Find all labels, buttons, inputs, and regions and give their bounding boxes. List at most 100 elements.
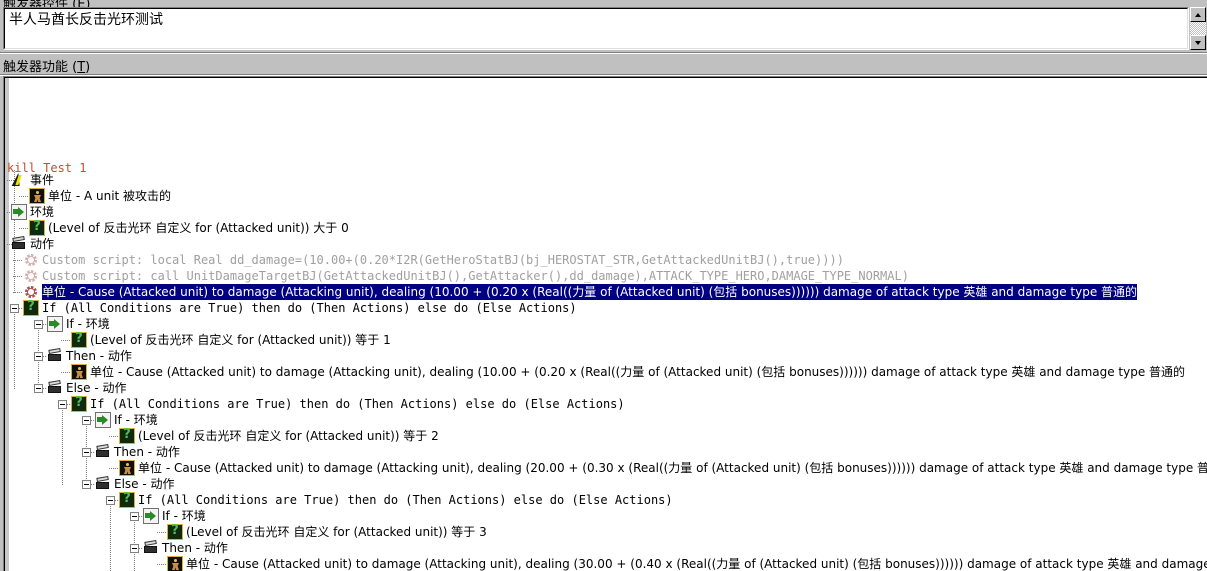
- condition-icon: [71, 331, 87, 348]
- tree-row-label[interactable]: (Level of 反击光环 自定义 for (Attacked unit)) …: [48, 220, 349, 236]
- name-field-scrollbar[interactable]: [1190, 7, 1206, 50]
- scroll-up-arrow-icon[interactable]: [1190, 7, 1206, 22]
- tree-connector-stub: [19, 196, 28, 197]
- tree-row-label[interactable]: Then - 动作: [114, 444, 180, 460]
- tree-collapse-toggle[interactable]: [82, 416, 91, 425]
- condition-icon: [119, 427, 135, 444]
- tree-collapse-toggle[interactable]: [106, 496, 115, 505]
- ifenv-icon: [95, 412, 111, 428]
- tree-row[interactable]: (Level of 反击光环 自定义 for (Attacked unit)) …: [119, 427, 439, 444]
- tree-collapse-toggle[interactable]: [34, 320, 43, 329]
- tree-row-label[interactable]: Custom script: call UnitDamageTargetBJ(G…: [42, 268, 909, 284]
- tree-row[interactable]: Custom script: local Real dd_damage=(10.…: [23, 252, 844, 268]
- tree-row[interactable]: If - 环境: [95, 412, 158, 428]
- tree-connector-stub: [13, 260, 22, 261]
- tree-connector-stub: [19, 228, 28, 229]
- tree-row[interactable]: (Level of 反击光环 自定义 for (Attacked unit)) …: [71, 331, 391, 348]
- divider-1: [0, 52, 1207, 54]
- tree-row[interactable]: 事件: [11, 172, 54, 188]
- trigger-editor-window: 触发器控件 (E) 半人马酋长反击光环测试 触发器功能 (T) kill Tes…: [0, 0, 1207, 571]
- tree-connector-stub: [13, 292, 22, 293]
- tree-row-label[interactable]: 单位 - Cause (Attacked unit) to damage (At…: [42, 284, 1138, 300]
- tree-row-label[interactable]: 单位 - A unit 被攻击的: [48, 188, 171, 204]
- trigger-name-field-inner[interactable]: 半人马酋长反击光环测试: [4, 8, 1188, 49]
- tree-row[interactable]: Else - 动作: [47, 380, 127, 396]
- tree-connector-line: [110, 500, 111, 571]
- tree-row-label[interactable]: If - 环境: [114, 412, 158, 428]
- tree-row-label[interactable]: If - 环境: [66, 316, 110, 332]
- tree-collapse-toggle[interactable]: [34, 352, 43, 361]
- tree-row[interactable]: 动作: [11, 236, 54, 252]
- script-icon: [23, 284, 39, 300]
- trigger-name-field[interactable]: 半人马酋长反击光环测试: [3, 7, 1189, 50]
- tree-row[interactable]: 环境: [11, 204, 54, 220]
- tree-collapse-toggle[interactable]: [10, 304, 19, 313]
- tree-row[interactable]: If (All Conditions are True) then do (Th…: [119, 491, 673, 508]
- condition-icon: [167, 523, 183, 540]
- tree-row[interactable]: 单位 - Cause (Attacked unit) to damage (At…: [119, 460, 1207, 476]
- trigger-tree[interactable]: kill Test 1 事件单位 - A unit 被攻击的环境(Level o…: [5, 78, 1207, 571]
- tree-row-label[interactable]: 单位 - Cause (Attacked unit) to damage (At…: [186, 556, 1207, 571]
- action-icon: [143, 540, 159, 556]
- tree-connector-line: [14, 308, 15, 390]
- tree-collapse-toggle[interactable]: [130, 544, 139, 553]
- tree-collapse-toggle[interactable]: [34, 384, 43, 393]
- action-icon: [47, 348, 63, 364]
- trigger-function-label-key: T: [77, 60, 86, 75]
- tree-collapse-toggle[interactable]: [82, 480, 91, 489]
- tree-row[interactable]: If (All Conditions are True) then do (Th…: [71, 395, 625, 412]
- tree-connector-stub: [61, 372, 70, 373]
- tree-row[interactable]: If - 环境: [47, 316, 110, 332]
- tree-row-label[interactable]: 事件: [30, 172, 54, 188]
- tree-row[interactable]: (Level of 反击光环 自定义 for (Attacked unit)) …: [167, 523, 487, 540]
- tree-row[interactable]: 单位 - Cause (Attacked unit) to damage (At…: [23, 284, 1138, 300]
- tree-row-label[interactable]: 环境: [30, 204, 54, 220]
- tree-row[interactable]: If - 环境: [143, 508, 206, 524]
- tree-row-label[interactable]: 单位 - Cause (Attacked unit) to damage (At…: [90, 364, 1185, 380]
- tree-row-label[interactable]: (Level of 反击光环 自定义 for (Attacked unit)) …: [186, 524, 487, 540]
- tree-collapse-toggle[interactable]: [130, 512, 139, 521]
- tree-row-label[interactable]: If (All Conditions are True) then do (Th…: [42, 300, 577, 316]
- tree-row-label[interactable]: Else - 动作: [66, 380, 127, 396]
- tree-row-label[interactable]: Else - 动作: [114, 476, 175, 492]
- tree-row-label[interactable]: Then - 动作: [162, 540, 228, 556]
- tree-connector-stub: [13, 276, 22, 277]
- scrollbar-track[interactable]: [1190, 22, 1206, 35]
- tree-connector-stub: [109, 436, 118, 437]
- scroll-down-arrow-icon[interactable]: [1190, 35, 1206, 50]
- tree-row-label[interactable]: If (All Conditions are True) then do (Th…: [90, 396, 625, 412]
- trigger-function-label-suffix: ): [85, 60, 91, 75]
- tree-row[interactable]: 单位 - Cause (Attacked unit) to damage (At…: [167, 556, 1207, 571]
- tree-row[interactable]: If (All Conditions are True) then do (Th…: [23, 299, 577, 316]
- tree-row[interactable]: Then - 动作: [95, 444, 180, 460]
- condition-icon: [23, 299, 39, 316]
- ifenv-icon: [143, 508, 159, 524]
- tree-row-label[interactable]: Custom script: local Real dd_damage=(10.…: [42, 252, 844, 268]
- tree-row[interactable]: Then - 动作: [47, 348, 132, 364]
- tree-collapse-toggle[interactable]: [82, 448, 91, 457]
- tree-row[interactable]: Then - 动作: [143, 540, 228, 556]
- tree-row[interactable]: (Level of 反击光环 自定义 for (Attacked unit)) …: [29, 219, 349, 236]
- trigger-control-label: 触发器控件 (E): [0, 0, 1207, 7]
- unit-icon: [71, 364, 87, 380]
- tree-row-label[interactable]: 动作: [30, 236, 54, 252]
- condition-icon: [71, 395, 87, 412]
- tree-row[interactable]: 单位 - A unit 被攻击的: [29, 188, 171, 204]
- tree-row[interactable]: Else - 动作: [95, 476, 175, 492]
- trigger-function-label-prefix: 触发器功能 (: [3, 60, 78, 75]
- tree-collapse-toggle[interactable]: [58, 400, 67, 409]
- tree-row[interactable]: 单位 - Cause (Attacked unit) to damage (At…: [71, 364, 1185, 380]
- trigger-name-value[interactable]: 半人马酋长反击光环测试: [9, 12, 1183, 28]
- tree-row[interactable]: Custom script: call UnitDamageTargetBJ(G…: [23, 268, 909, 284]
- action-icon: [95, 444, 111, 460]
- condition-icon: [29, 219, 45, 236]
- tree-row-label[interactable]: 单位 - Cause (Attacked unit) to damage (At…: [138, 460, 1207, 476]
- tree-row-label[interactable]: (Level of 反击光环 自定义 for (Attacked unit)) …: [90, 332, 391, 348]
- tree-row-label[interactable]: If - 环境: [162, 508, 206, 524]
- unit-icon: [167, 556, 183, 571]
- tree-connector-stub: [109, 468, 118, 469]
- ifenv-icon: [11, 204, 27, 220]
- tree-row-label[interactable]: (Level of 反击光环 自定义 for (Attacked unit)) …: [138, 428, 439, 444]
- tree-row-label[interactable]: Then - 动作: [66, 348, 132, 364]
- tree-row-label[interactable]: If (All Conditions are True) then do (Th…: [138, 492, 673, 508]
